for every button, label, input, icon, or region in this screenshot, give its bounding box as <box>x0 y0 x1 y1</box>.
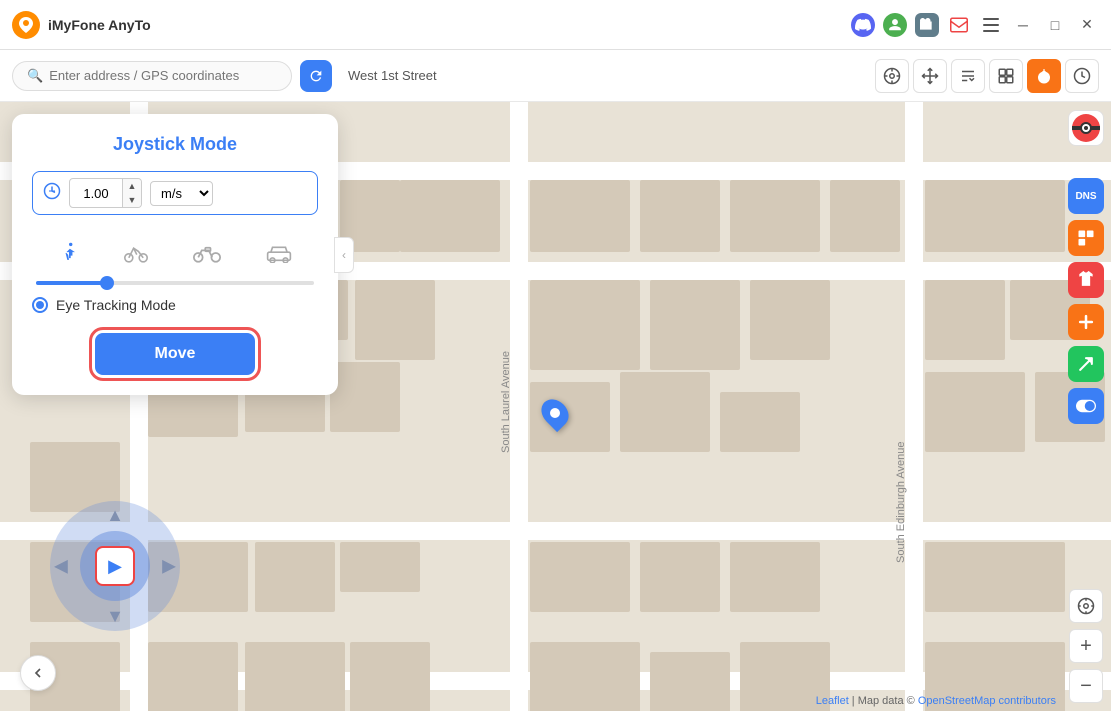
right-sidebar: DNS <box>1061 102 1111 711</box>
move-btn-wrap: Move <box>32 333 318 375</box>
titlebar-icons: ─ □ ✕ <box>851 13 1099 37</box>
joystick-play-button[interactable]: ▶ <box>95 546 135 586</box>
eye-tracking-label: Eye Tracking Mode <box>56 297 176 313</box>
maximize-button[interactable]: □ <box>1043 13 1067 37</box>
plus-button[interactable] <box>1068 304 1104 340</box>
app-title: iMyFone AnyTo <box>48 17 851 33</box>
street-label-edinburgh: South Edinburgh Avenue <box>895 402 907 602</box>
app-logo <box>12 11 40 39</box>
shirt-button[interactable] <box>1068 262 1104 298</box>
street-label: West 1st Street <box>348 68 437 83</box>
dns-button[interactable]: DNS <box>1068 178 1104 214</box>
toggle-button[interactable] <box>1068 388 1104 424</box>
popup-title: Joystick Mode <box>32 134 318 155</box>
move-button[interactable]: Move <box>95 333 256 375</box>
joystick-outer: ▲ ▼ ◀ ▶ ▶ <box>50 501 180 631</box>
toolbar-joystick-btn[interactable] <box>1027 59 1061 93</box>
close-button[interactable]: ✕ <box>1075 13 1099 37</box>
minimize-button[interactable]: ─ <box>1011 13 1035 37</box>
transport-bike[interactable] <box>116 239 156 267</box>
speed-icon <box>43 182 61 205</box>
locate-button[interactable] <box>1069 589 1103 623</box>
menu-icon[interactable] <box>979 13 1003 37</box>
discord-icon[interactable] <box>851 13 875 37</box>
speed-down-button[interactable]: ▼ <box>123 193 141 207</box>
transport-car[interactable] <box>258 239 300 267</box>
play-icon: ▶ <box>108 556 122 577</box>
joystick-inner: ▶ <box>80 531 150 601</box>
mail-icon[interactable] <box>947 13 971 37</box>
direction-down[interactable]: ▼ <box>106 606 124 627</box>
searchbar: 🔍 West 1st Street <box>0 50 1111 102</box>
direction-right[interactable]: ▶ <box>162 556 176 577</box>
joystick-control: ▲ ▼ ◀ ▶ ▶ <box>50 501 180 631</box>
toolbar-multispot-btn[interactable] <box>989 59 1023 93</box>
speed-up-button[interactable]: ▲ <box>123 179 141 193</box>
back-button[interactable] <box>20 655 56 691</box>
search-input[interactable] <box>49 68 277 83</box>
speed-slider-track[interactable] <box>36 281 314 285</box>
bag-icon[interactable] <box>915 13 939 37</box>
direction-left[interactable]: ◀ <box>54 556 68 577</box>
speed-input[interactable] <box>70 183 122 204</box>
transport-walk[interactable] <box>51 237 87 269</box>
street-label-laurel: South Laurel Avenue <box>500 302 512 502</box>
eye-tracking-radio[interactable] <box>32 297 48 313</box>
eye-tracking-row: Eye Tracking Mode <box>32 293 318 317</box>
transport-row <box>32 229 318 277</box>
main-area: South Laurel Avenue South Edinburgh Aven… <box>0 102 1111 711</box>
joystick-popup: ‹ Joystick Mode ▲ ▼ m/s <box>12 114 338 395</box>
leaflet-link[interactable]: Leaflet <box>816 695 849 707</box>
toolbar-target-btn[interactable] <box>875 59 909 93</box>
direction-up[interactable]: ▲ <box>106 505 124 526</box>
collapse-button[interactable]: ‹ <box>334 237 354 273</box>
speed-control-row: ▲ ▼ m/s km/h mph <box>32 171 318 215</box>
speed-input-wrap[interactable]: ▲ ▼ <box>69 178 142 208</box>
eye-tracking-radio-inner <box>36 301 44 309</box>
zoom-out-button[interactable]: − <box>1069 669 1103 703</box>
arrow-button[interactable] <box>1068 346 1104 382</box>
pokemon-ball-button[interactable] <box>1068 110 1104 146</box>
slider-fill <box>36 281 106 285</box>
toolbar-right <box>875 59 1099 93</box>
slider-row <box>32 281 318 293</box>
refresh-button[interactable] <box>300 60 332 92</box>
dns-label: DNS <box>1075 191 1096 202</box>
slider-thumb[interactable] <box>100 276 114 290</box>
search-input-wrap[interactable]: 🔍 <box>12 61 292 91</box>
speed-unit-select[interactable]: m/s km/h mph <box>150 181 213 206</box>
search-icon: 🔍 <box>27 68 43 84</box>
items-button[interactable] <box>1068 220 1104 256</box>
zoom-in-button[interactable]: + <box>1069 629 1103 663</box>
transport-motorcycle[interactable] <box>185 239 229 267</box>
user-icon[interactable] <box>883 13 907 37</box>
toolbar-history-btn[interactable] <box>1065 59 1099 93</box>
map-area[interactable]: South Laurel Avenue South Edinburgh Aven… <box>0 102 1111 711</box>
map-attribution: Leaflet | Map data © OpenStreetMap contr… <box>816 695 1056 707</box>
speed-spinners: ▲ ▼ <box>122 179 141 207</box>
toolbar-route-btn[interactable] <box>951 59 985 93</box>
osm-link[interactable]: OpenStreetMap contributors <box>918 695 1056 707</box>
toolbar-move-btn[interactable] <box>913 59 947 93</box>
left-panel: ‹ Joystick Mode ▲ ▼ m/s <box>0 102 350 395</box>
titlebar: iMyFone AnyTo ─ □ ✕ <box>0 0 1111 50</box>
location-pin[interactable] <box>543 398 567 428</box>
